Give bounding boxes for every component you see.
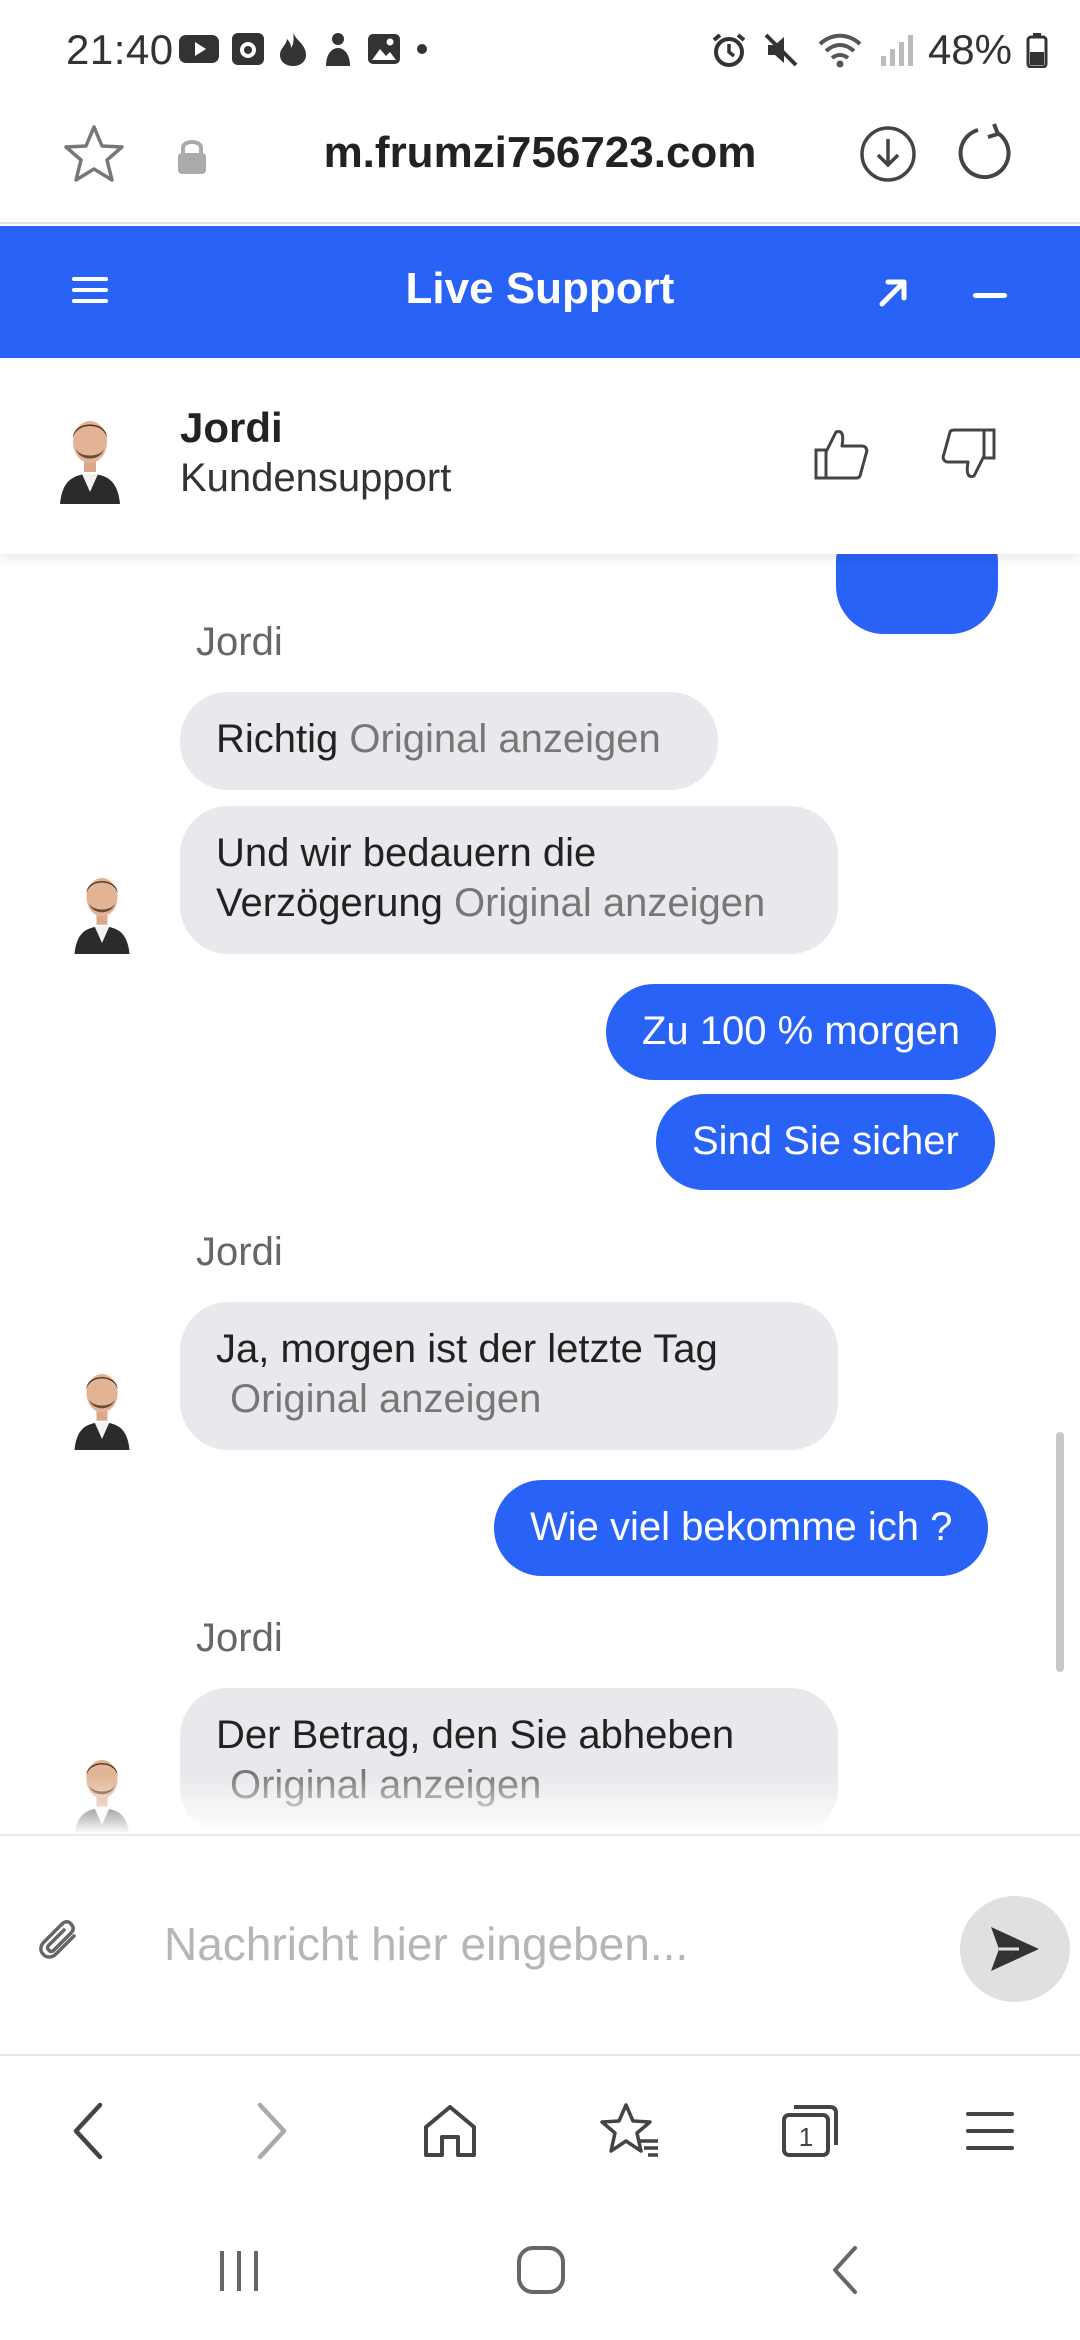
incoming-message: Richtig Original anzeigen [180, 692, 718, 790]
chat-fade [0, 1774, 1080, 1834]
forward-button[interactable] [232, 2096, 312, 2166]
signal-icon [880, 35, 913, 66]
show-original-link[interactable]: Original anzeigen [230, 1377, 541, 1421]
message-text: Ja, morgen ist der letzte Tag [216, 1327, 718, 1371]
gallery-icon [368, 34, 400, 64]
incoming-message: Und wir bedauern die Verzögerung Origina… [180, 806, 838, 954]
thumbs-up-icon[interactable] [812, 424, 872, 489]
minimize-icon[interactable] [972, 288, 1008, 306]
status-time: 21:40 [66, 26, 174, 73]
status-bar: 21:40 48% [0, 0, 1080, 100]
tabs-button[interactable]: 1 [770, 2096, 850, 2166]
agent-info-bar: Jordi Kundensupport [0, 358, 1080, 554]
message-input[interactable] [164, 1904, 924, 1984]
agent-avatar-small [70, 866, 134, 954]
home-icon [424, 2105, 476, 2157]
send-button[interactable] [960, 1896, 1070, 2002]
browser-address-bar: m.frumzi756723.com [0, 100, 1080, 224]
tab-count: 1 [799, 2122, 813, 2152]
popout-arrow-icon[interactable] [874, 272, 914, 317]
mute-icon [764, 33, 798, 67]
message-text: Richtig [216, 717, 339, 761]
message-text: Der Betrag, den Sie abheben [216, 1713, 735, 1757]
battery-icon [1026, 33, 1048, 68]
sender-name: Jordi [196, 620, 283, 664]
status-right: 48% [710, 26, 1048, 74]
agent-avatar [58, 408, 122, 509]
agent-avatar-small [70, 1362, 134, 1450]
reload-icon[interactable] [954, 122, 1016, 189]
back-arrow-icon [73, 2102, 103, 2160]
incoming-message: Ja, morgen ist der letzte Tag Original a… [180, 1302, 838, 1450]
recent-apps-icon [220, 2251, 258, 2291]
thumbs-down-icon[interactable] [938, 424, 998, 489]
back-button[interactable] [48, 2096, 128, 2166]
browser-bottom-nav: 1 [0, 2054, 1080, 2194]
show-original-link[interactable]: Original anzeigen [349, 717, 660, 761]
agent-name: Jordi [180, 404, 283, 451]
back-system-button[interactable] [800, 2230, 890, 2310]
game-icon [326, 33, 350, 66]
url-text[interactable]: m.frumzi756723.com [0, 128, 1080, 178]
battery-percentage: 48% [927, 26, 1012, 73]
tinder-flame-icon [280, 32, 306, 66]
forward-arrow-icon [257, 2102, 287, 2160]
bookmarks-button[interactable] [590, 2096, 670, 2166]
wifi-icon [818, 33, 862, 68]
dot-icon [417, 44, 427, 54]
alarm-icon [712, 33, 746, 67]
chat-messages-area[interactable]: Jordi Richtig Original anzeigen Und wir … [0, 554, 1080, 1834]
bookmarks-star-icon [600, 2103, 658, 2157]
outgoing-message: Zu 100 % morgen [606, 984, 996, 1080]
home-system-button[interactable] [496, 2230, 586, 2310]
back-chevron-icon [833, 2246, 857, 2294]
sender-name: Jordi [196, 1616, 283, 1660]
previous-outgoing-bubble [836, 554, 998, 634]
youtube-icon [179, 35, 219, 63]
show-original-link[interactable]: Original anzeigen [454, 881, 765, 925]
status-app-icons [178, 30, 432, 68]
chat-header: Live Support [0, 226, 1080, 358]
chat-scrollbar[interactable] [1056, 1432, 1064, 1672]
hamburger-menu-icon [966, 2112, 1014, 2150]
outgoing-message: Sind Sie sicher [656, 1094, 995, 1190]
system-navigation-bar [0, 2194, 1080, 2340]
home-square-icon [517, 2246, 565, 2294]
camera-app-icon [232, 33, 264, 65]
download-icon[interactable] [858, 124, 918, 189]
outgoing-message: Wie viel bekomme ich ? [494, 1480, 989, 1576]
sender-name: Jordi [196, 1230, 283, 1274]
browser-menu-button[interactable] [950, 2096, 1030, 2166]
header-title: Live Support [405, 264, 675, 313]
attachment-icon[interactable] [34, 1916, 86, 1973]
message-text: Und wir bedauern die [216, 831, 597, 875]
message-text: Verzögerung [216, 881, 443, 925]
recent-apps-button[interactable] [194, 2230, 284, 2310]
agent-role: Kundensupport [180, 456, 452, 500]
send-icon [991, 1927, 1039, 1971]
home-button[interactable] [410, 2096, 490, 2166]
message-input-bar [0, 1834, 1080, 2054]
tabs-icon: 1 [782, 2105, 838, 2157]
